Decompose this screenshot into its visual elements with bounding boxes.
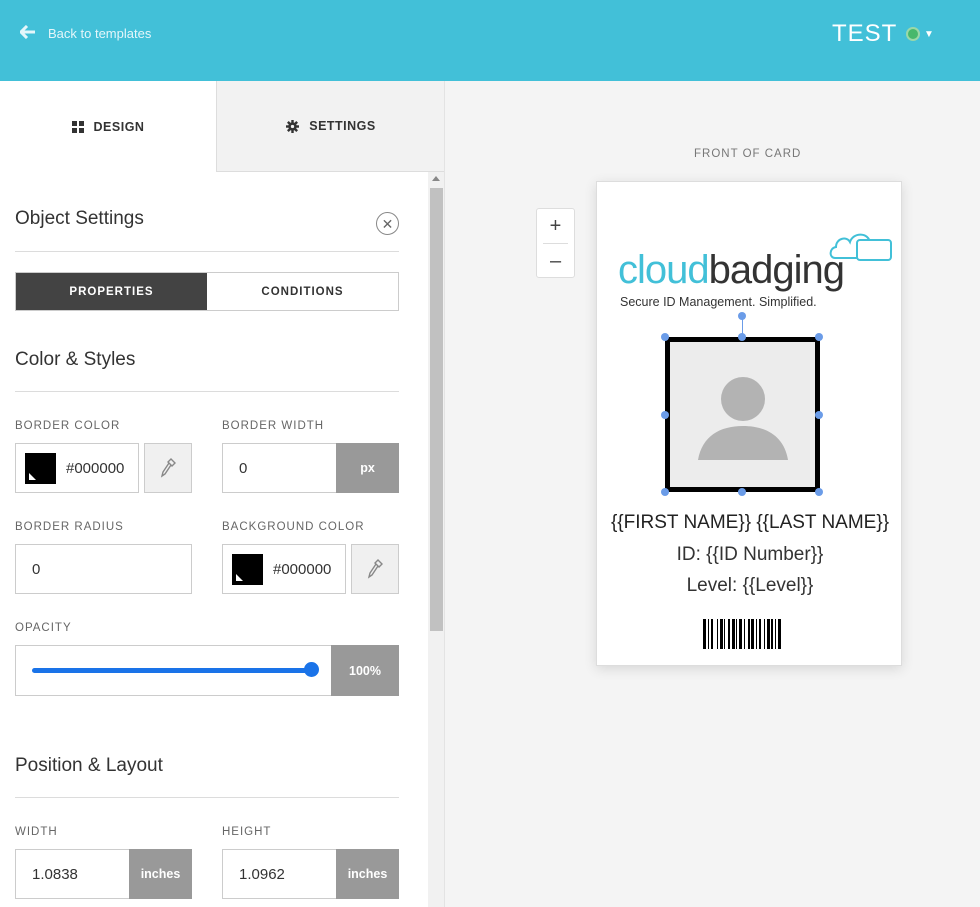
resize-handle[interactable] (738, 488, 746, 496)
resize-handle[interactable] (661, 411, 669, 419)
caret-down-icon: ▼ (924, 28, 934, 40)
user-silhouette-icon (698, 377, 788, 460)
top-bar: Back to templates TEST ▼ (0, 0, 980, 81)
properties-button[interactable]: PROPERTIES (16, 273, 207, 310)
resize-handle[interactable] (815, 411, 823, 419)
photo-placeholder[interactable] (665, 337, 820, 492)
status-dot-icon (906, 27, 920, 41)
conditions-button[interactable]: CONDITIONS (207, 273, 398, 310)
border-radius-input[interactable]: 0 (15, 544, 192, 594)
border-color-field[interactable]: #000000 (15, 443, 139, 493)
zoom-in-button[interactable]: + (537, 209, 574, 243)
template-title: TEST (832, 20, 898, 47)
border-radius-label: BORDER RADIUS (15, 521, 124, 533)
divider (15, 391, 399, 392)
status-dropdown[interactable]: ▼ (906, 27, 934, 41)
border-width-input[interactable]: 0 (222, 443, 337, 493)
divider (15, 797, 399, 798)
id-number-field[interactable]: ID: {{ID Number}} (597, 544, 903, 566)
width-label: WIDTH (15, 826, 58, 838)
rotate-handle[interactable] (738, 312, 746, 320)
resize-handle[interactable] (815, 488, 823, 496)
grid-icon (71, 120, 84, 133)
zoom-controls: + – (536, 208, 575, 278)
eyedropper-icon (160, 458, 176, 478)
eyedropper-button[interactable] (351, 544, 399, 594)
border-color-label: BORDER COLOR (15, 420, 121, 432)
left-panel: DESIGN SETTINGS Object Settings ✕ PROPER… (0, 81, 445, 907)
resize-handle[interactable] (815, 333, 823, 341)
logo-text-badging: badging (708, 248, 845, 292)
opacity-slider[interactable] (15, 645, 332, 696)
divider (15, 251, 399, 252)
resize-handle[interactable] (661, 333, 669, 341)
opacity-slider-track[interactable] (32, 668, 312, 673)
barcode[interactable] (703, 619, 797, 649)
arrow-left-icon (20, 25, 38, 41)
width-unit: inches (129, 849, 192, 899)
tab-settings[interactable]: SETTINGS (216, 81, 444, 172)
gear-icon (286, 119, 300, 133)
company-logo[interactable]: cloudbadging (618, 248, 845, 292)
design-canvas[interactable]: FRONT OF CARD + – cloudbadging Secure ID… (446, 81, 980, 907)
scroll-up-icon[interactable] (432, 176, 440, 181)
height-label: HEIGHT (222, 826, 272, 838)
border-color-swatch[interactable] (25, 452, 56, 484)
height-input[interactable]: 1.0962 (222, 849, 337, 899)
position-layout-title: Position & Layout (15, 755, 163, 776)
background-color-label: BACKGROUND COLOR (222, 521, 365, 533)
logo-text-cloud: cloud (618, 248, 710, 292)
badge-card[interactable]: cloudbadging Secure ID Management. Simpl… (596, 181, 902, 666)
back-to-templates-link[interactable]: Back to templates (20, 25, 151, 41)
eyedropper-icon (367, 559, 383, 579)
background-color-swatch[interactable] (232, 553, 263, 585)
tab-design-label: DESIGN (93, 119, 145, 134)
opacity-value: 100% (331, 645, 399, 696)
eyedropper-button[interactable] (144, 443, 192, 493)
logo-tagline: Secure ID Management. Simplified. (620, 295, 817, 309)
scroll-thumb[interactable] (430, 188, 443, 631)
resize-handle[interactable] (738, 333, 746, 341)
object-settings-title: Object Settings (15, 208, 144, 229)
background-color-value: #000000 (273, 560, 332, 578)
name-field[interactable]: {{FIRST NAME}} {{LAST NAME}} (597, 512, 903, 534)
back-label: Back to templates (48, 25, 152, 41)
opacity-label: OPACITY (15, 622, 72, 634)
zoom-out-button[interactable]: – (537, 244, 574, 278)
color-styles-title: Color & Styles (15, 349, 136, 370)
height-unit: inches (336, 849, 399, 899)
card-side-label: FRONT OF CARD (694, 148, 802, 160)
background-color-field[interactable]: #000000 (222, 544, 346, 594)
border-color-value: #000000 (66, 459, 125, 477)
level-field[interactable]: Level: {{Level}} (597, 575, 903, 597)
border-width-label: BORDER WIDTH (222, 420, 325, 432)
border-width-unit: px (336, 443, 399, 493)
panel-scrollbar[interactable] (428, 172, 444, 907)
resize-handle[interactable] (661, 488, 669, 496)
tab-design[interactable]: DESIGN (0, 81, 216, 172)
panel-tabs: DESIGN SETTINGS (0, 81, 444, 172)
width-input[interactable]: 1.0838 (15, 849, 130, 899)
tab-settings-label: SETTINGS (309, 119, 376, 133)
close-icon[interactable]: ✕ (376, 212, 399, 235)
properties-conditions-toggle: PROPERTIES CONDITIONS (15, 272, 399, 311)
opacity-slider-thumb[interactable] (304, 662, 319, 677)
